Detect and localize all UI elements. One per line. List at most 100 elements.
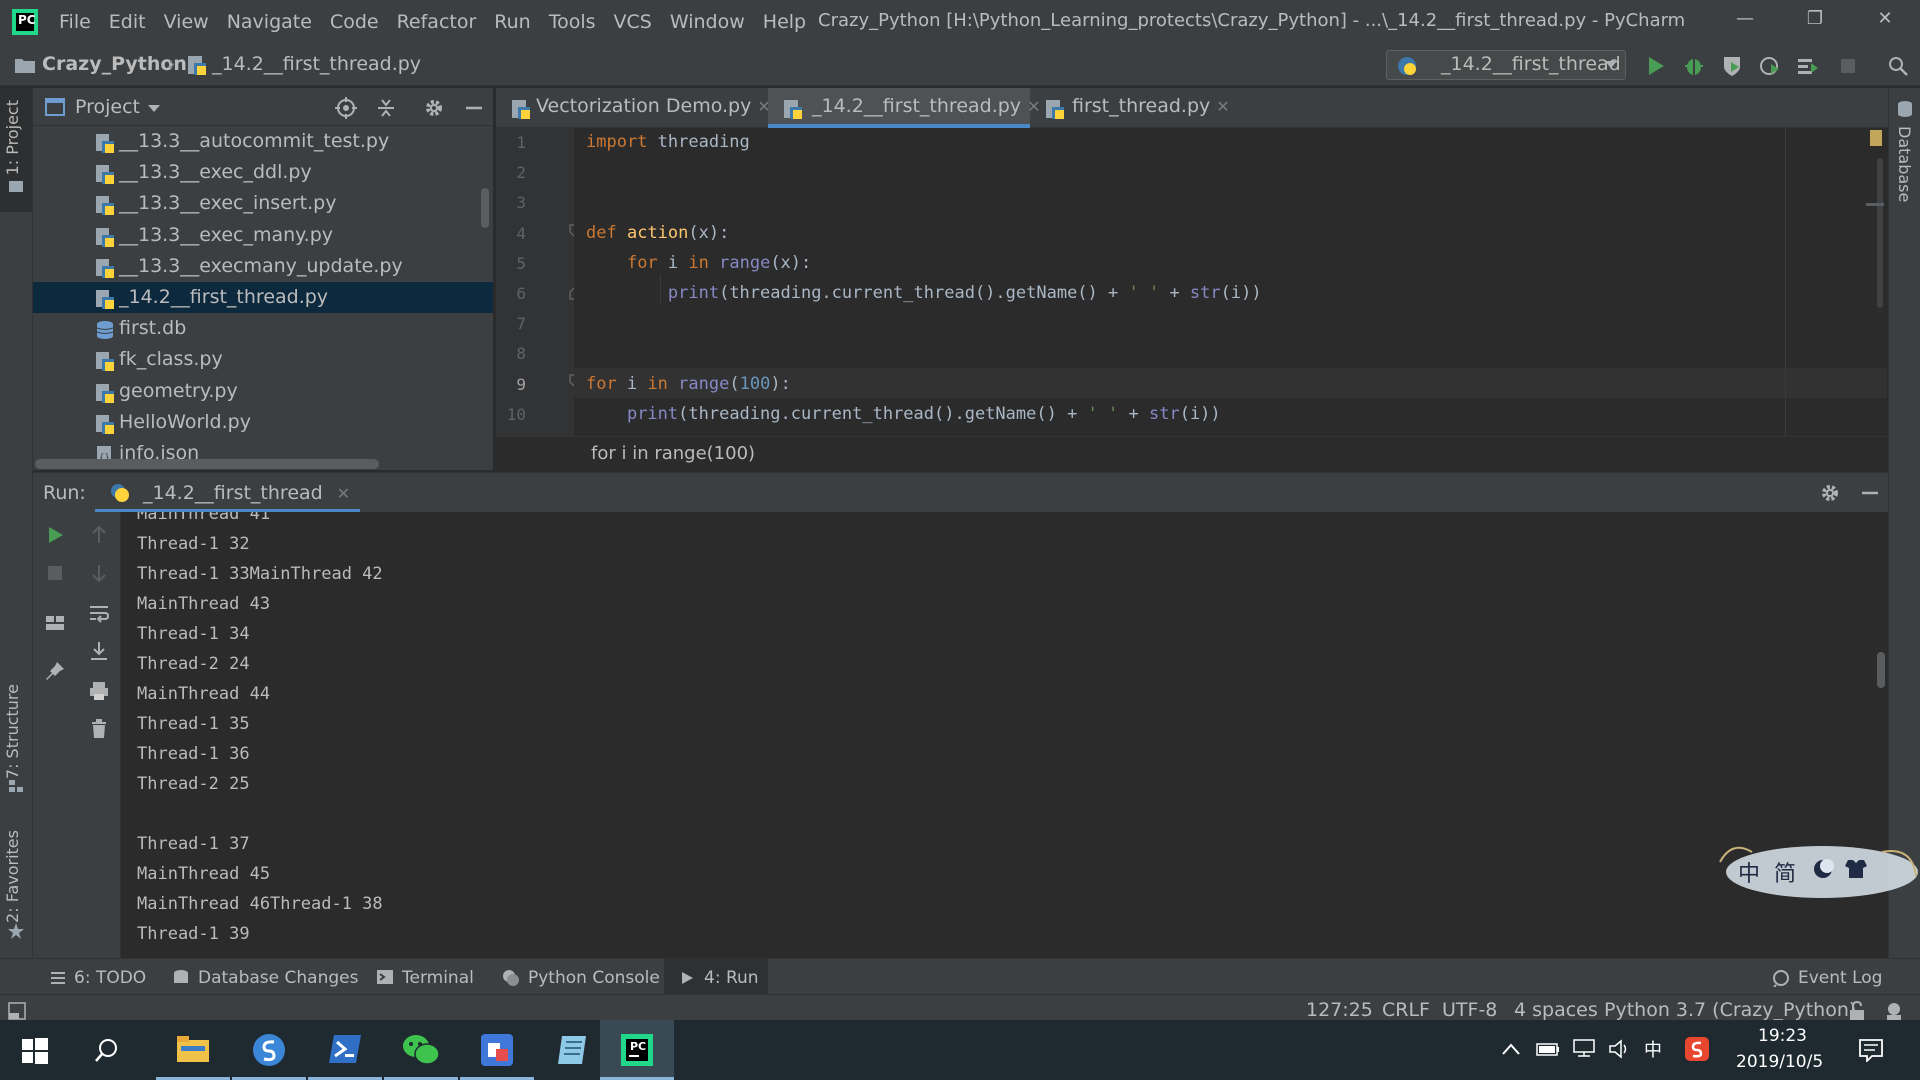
tree-item[interactable]: first.db (33, 313, 493, 344)
menu-help[interactable]: Help (760, 11, 809, 33)
hide-panel-icon[interactable] (463, 97, 485, 119)
console-scrollbar[interactable] (1877, 652, 1885, 688)
soft-wrap-icon[interactable] (88, 602, 110, 624)
moon-icon[interactable] (1812, 858, 1834, 880)
tree-item[interactable]: __13.3__autocommit_test.py (33, 126, 493, 157)
menu-code[interactable]: Code (327, 11, 382, 33)
file-explorer-taskbar-button[interactable] (156, 1020, 230, 1080)
rerun-icon[interactable] (44, 524, 66, 546)
trash-icon[interactable] (88, 718, 110, 740)
todo-tool-tab[interactable]: 6: TODO (74, 965, 146, 993)
powershell-taskbar-button[interactable] (308, 1020, 382, 1080)
tree-item[interactable]: HelloWorld.py (33, 407, 493, 438)
ime-lang-indicator[interactable]: 中 (1738, 856, 1760, 888)
menu-run[interactable]: Run (491, 11, 533, 33)
gear-icon[interactable] (423, 97, 445, 119)
run-configuration-selector[interactable]: _14.2__first_thread (1386, 50, 1626, 80)
pycharm-taskbar-button[interactable]: PC (600, 1020, 674, 1080)
tree-item[interactable]: __13.3__exec_ddl.py (33, 157, 493, 188)
menu-file[interactable]: File (56, 11, 94, 33)
menu-view[interactable]: View (161, 11, 212, 33)
terminal-tool-tab[interactable]: Terminal (402, 965, 474, 993)
chevron-down-icon[interactable] (147, 104, 161, 114)
sogou-ime-icon[interactable] (1684, 1036, 1710, 1062)
debug-icon[interactable] (1682, 54, 1706, 78)
menu-navigate[interactable]: Navigate (224, 11, 315, 33)
menu-vcs[interactable]: VCS (611, 11, 655, 33)
stop-icon[interactable] (44, 562, 66, 584)
idea-note-taskbar-button[interactable] (460, 1020, 534, 1080)
menu-tools[interactable]: Tools (546, 11, 599, 33)
chevron-up-icon[interactable] (1502, 1042, 1520, 1056)
concurrency-icon[interactable] (1796, 54, 1820, 78)
layout-icon[interactable] (44, 612, 66, 634)
tree-item[interactable]: geometry.py (33, 376, 493, 407)
notification-center-icon[interactable] (1858, 1038, 1884, 1062)
tool-window-toggle-icon[interactable] (8, 1002, 26, 1020)
breadcrumb-file[interactable]: _14.2__first_thread.py (212, 53, 421, 75)
collapse-all-icon[interactable] (375, 97, 397, 119)
tree-item[interactable]: fk_class.py (33, 344, 493, 375)
ime-floating-widget[interactable]: 中 简 (1712, 832, 1920, 906)
python-interpreter[interactable]: Python 3.7 (Crazy_Python) (1604, 999, 1856, 1021)
database-tool-tab[interactable]: Database (1895, 126, 1914, 202)
project-panel-title[interactable]: Project (75, 96, 140, 118)
editor-scrollbar[interactable] (1877, 158, 1883, 308)
restore-button[interactable]: ❐ (1792, 8, 1838, 34)
volume-icon[interactable] (1608, 1038, 1632, 1060)
tree-item[interactable]: __13.3__execmany_update.py (33, 251, 493, 282)
menu-refactor[interactable]: Refactor (394, 11, 480, 33)
battery-icon[interactable] (1536, 1040, 1560, 1058)
skin-shirt-icon[interactable] (1844, 858, 1868, 880)
python-console-tool-tab[interactable]: Python Console (528, 965, 660, 993)
tab-first-thread-14-2[interactable]: _14.2__first_thread.py ✕ (768, 88, 1040, 128)
tab-vectorization-demo[interactable]: Vectorization Demo.py ✕ (496, 88, 771, 128)
tree-item[interactable]: __13.3__exec_many.py (33, 220, 493, 251)
scroll-to-end-icon[interactable] (88, 640, 110, 662)
stop-icon[interactable] (1836, 54, 1860, 78)
tree-horizontal-scrollbar[interactable] (35, 459, 379, 469)
wechat-taskbar-button[interactable] (384, 1020, 458, 1080)
close-window-button[interactable]: ✕ (1862, 8, 1908, 34)
print-icon[interactable] (88, 680, 110, 702)
profile-icon[interactable] (1758, 54, 1782, 78)
indent-setting[interactable]: 4 spaces (1514, 999, 1598, 1021)
locate-icon[interactable] (335, 97, 357, 119)
file-encoding[interactable]: UTF-8 (1442, 999, 1497, 1021)
taskbar-date[interactable]: 2019/10/5 (1736, 1052, 1823, 1072)
event-log-tool-tab[interactable]: Event Log (1798, 965, 1882, 993)
menu-window[interactable]: Window (667, 11, 748, 33)
arrow-down-icon[interactable] (88, 562, 110, 584)
notepad-taskbar-button[interactable] (536, 1020, 610, 1080)
project-tool-tab[interactable]: 1: Project (3, 100, 22, 175)
network-icon[interactable] (1572, 1038, 1596, 1058)
close-icon[interactable]: ✕ (1216, 97, 1229, 116)
sogou-browser-taskbar-button[interactable] (232, 1020, 306, 1080)
structure-tool-tab[interactable]: 7: Structure (3, 684, 22, 779)
taskbar-ime-indicator[interactable]: 中 (1644, 1036, 1662, 1062)
cursor-position[interactable]: 127:25 (1306, 999, 1373, 1021)
inspector-icon[interactable] (1884, 1001, 1904, 1021)
tree-item[interactable]: _14.2__first_thread.py (33, 282, 493, 313)
inspection-status-icon[interactable] (1870, 130, 1882, 146)
search-everywhere-icon[interactable] (1886, 54, 1910, 78)
favorites-tool-tab[interactable]: 2: Favorites (3, 830, 22, 923)
lock-icon[interactable] (1848, 1001, 1866, 1021)
gear-icon[interactable] (1819, 482, 1841, 504)
ime-mode-indicator[interactable]: 简 (1774, 856, 1796, 888)
close-icon[interactable]: ✕ (337, 484, 350, 503)
tree-item[interactable]: __13.3__exec_insert.py (33, 188, 493, 219)
menu-edit[interactable]: Edit (106, 11, 149, 33)
console-output[interactable]: MainThread 41 Thread-1 32 Thread-1 33MainT… (121, 512, 1888, 958)
tree-vertical-scrollbar[interactable] (481, 188, 489, 228)
run-tab[interactable]: _14.2__first_thread ✕ (95, 473, 361, 513)
minimize-button[interactable]: — (1722, 8, 1768, 34)
pin-icon[interactable] (44, 660, 66, 682)
taskbar-clock[interactable]: 19:23 (1758, 1026, 1807, 1046)
coverage-icon[interactable] (1720, 54, 1744, 78)
run-tool-tab[interactable]: 4: Run (704, 965, 759, 993)
database-changes-tool-tab[interactable]: Database Changes (198, 965, 358, 993)
hide-panel-icon[interactable] (1859, 482, 1881, 504)
editor-breadcrumb[interactable]: for i in range(100) (591, 443, 755, 464)
search-icon[interactable] (94, 1038, 120, 1064)
